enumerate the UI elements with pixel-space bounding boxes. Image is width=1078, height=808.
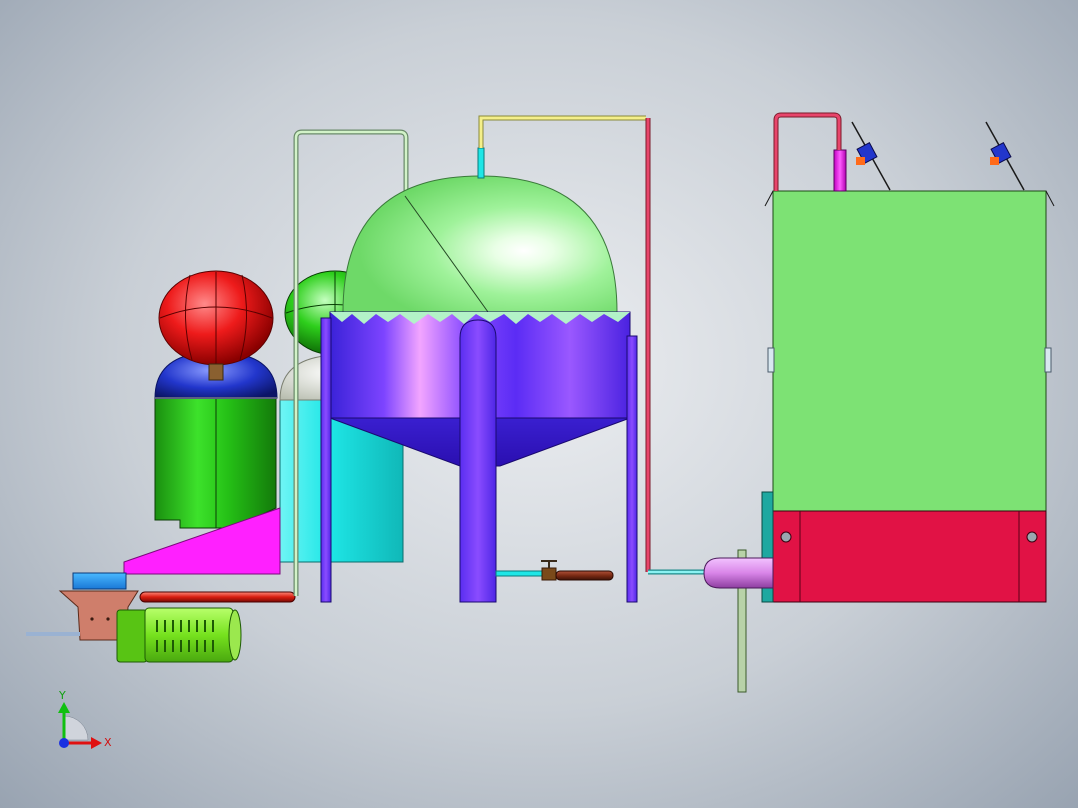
cabinet-green-upper (772, 190, 1047, 512)
cabinet-crimson-base (772, 510, 1047, 603)
cabinet-blue-fitting-left (851, 121, 891, 191)
cabinet-blue-fitting-right (985, 121, 1025, 191)
cad-viewport[interactable]: Y X (0, 0, 1078, 808)
vessel-center-column (459, 319, 497, 603)
equipment-assembly-view: Y X (26, 112, 1055, 749)
yellow-top-pipe (478, 115, 646, 148)
blue-feed-box (72, 572, 127, 590)
red-transfer-pipe (139, 591, 296, 603)
dome-cyan-nozzle (477, 147, 485, 179)
brown-drain-pipe (555, 570, 614, 581)
left-storage-tank (154, 270, 278, 529)
axis-triad: Y X (58, 689, 112, 749)
vessel-left-leg (320, 317, 332, 603)
cabinet-pink-pipe-loop (773, 112, 842, 191)
orchid-capsule-nozzle (703, 557, 774, 589)
cabinet-magenta-rod (833, 149, 847, 192)
drain-valve-assembly (495, 560, 614, 581)
z-axis-dot (59, 738, 69, 748)
drive-motor (116, 607, 242, 663)
reactor-green-dome (342, 175, 618, 313)
vessel-right-leg (626, 335, 638, 603)
right-cabinet-unit (761, 190, 1055, 603)
x-axis-label: X (104, 736, 112, 749)
y-axis-label: Y (58, 689, 66, 702)
